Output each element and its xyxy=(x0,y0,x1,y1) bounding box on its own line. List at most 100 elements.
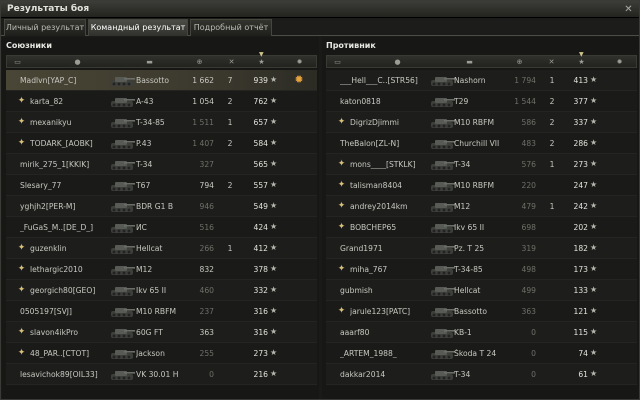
rank-badge-icon: ✦ xyxy=(337,264,346,274)
xp-star-icon[interactable]: ★ xyxy=(577,58,586,66)
tank-name: T29 xyxy=(454,97,469,106)
player-name: Slesary_77 xyxy=(20,181,62,190)
medal-header-icon[interactable]: ✹ xyxy=(615,58,624,66)
player-row[interactable]: _ARTEM_1988_ Škoda T 24 0 74 ★ xyxy=(326,343,637,364)
xp-value: 377 xyxy=(573,97,589,106)
player-row[interactable]: gubmish Hellcat 499 133 ★ xyxy=(326,280,637,301)
player-row[interactable]: ✦ BOBCHEP65 Ikv 65 II 698 202 ★ xyxy=(326,217,637,238)
xp-value: 61 xyxy=(578,370,588,379)
player-row[interactable]: ✦ slavon4ikPro 60G FT 363 316 ★ xyxy=(6,322,317,343)
tank-icon xyxy=(428,302,456,320)
xp-value: 121 xyxy=(573,307,589,316)
rank-badge-icon: ✦ xyxy=(337,222,346,232)
kills-icon[interactable]: ✕ xyxy=(227,58,236,66)
player-row[interactable]: Madlvn[YAP_C] Bassotto 1 662 7 939 ★ ✹ xyxy=(6,70,317,91)
squad-icon[interactable]: ▭ xyxy=(333,58,342,66)
player-row[interactable]: Grand1971 Pz. T 25 319 182 ★ xyxy=(326,238,637,259)
kills-value: 1 xyxy=(549,202,555,211)
tank-name: Jackson xyxy=(136,349,165,358)
player-name: _ARTEM_1988_ xyxy=(340,349,397,358)
tank-name: Hellcat xyxy=(136,244,163,253)
tab-team-result[interactable]: Командный результат xyxy=(88,19,188,36)
xp-value: 424 xyxy=(253,223,269,232)
tank-name: M12 xyxy=(454,202,471,211)
xp-value: 133 xyxy=(573,286,589,295)
damage-value: 946 xyxy=(199,202,215,211)
tank-name: M12 xyxy=(136,265,153,274)
star-icon: ★ xyxy=(590,348,598,357)
player-row[interactable]: ✦ mexanikyu T-34-85 1 511 1 657 ★ xyxy=(6,112,317,133)
player-row[interactable]: ✦ TODARK_[AOBK] P.43 1 407 2 584 ★ xyxy=(6,133,317,154)
player-row[interactable]: 0505197[SVJ] M10 RBFM 237 316 ★ xyxy=(6,301,317,322)
star-icon: ★ xyxy=(590,117,598,126)
damage-value: 1 054 xyxy=(192,97,214,106)
xp-value: 565 xyxy=(253,160,269,169)
kills-value: 1 xyxy=(549,76,555,85)
player-row[interactable]: ✦ talisman8404 M10 RBFM 220 247 ★ xyxy=(326,175,637,196)
rank-badge-icon: ✦ xyxy=(17,138,26,148)
damage-value: 0 xyxy=(531,328,536,337)
tank-icon xyxy=(108,176,136,194)
damage-icon[interactable]: ⊕ xyxy=(195,58,204,66)
player-icon[interactable]: ● xyxy=(73,58,82,66)
player-row[interactable]: ✦ karta_82 A-43 1 054 2 762 ★ xyxy=(6,91,317,112)
medal-icon[interactable]: ✹ xyxy=(292,73,306,87)
player-row[interactable]: aaarf80 KB-1 0 115 ★ xyxy=(326,322,637,343)
tab-detailed-report[interactable]: Подробный отчёт xyxy=(190,19,272,36)
tank-icon xyxy=(428,71,456,89)
player-name: slavon4ikPro xyxy=(30,328,79,337)
squad-icon[interactable]: ▭ xyxy=(13,58,22,66)
tank-name: Pz. T 25 xyxy=(454,244,485,253)
xp-star-icon[interactable]: ★ xyxy=(257,58,266,66)
player-row[interactable]: Slesary_77 T67 794 2 557 ★ xyxy=(6,175,317,196)
tank-name: T-34 xyxy=(454,160,471,169)
xp-value: 412 xyxy=(253,244,269,253)
player-row[interactable]: ✦ georgich80[GEO] Ikv 65 II 460 332 ★ xyxy=(6,280,317,301)
star-icon: ★ xyxy=(590,327,598,336)
player-row[interactable]: ✦ 48_PAR..[CTOT] Jackson 255 273 ★ xyxy=(6,343,317,364)
player-name: lethargic2010 xyxy=(30,265,83,274)
rank-badge-icon: ✦ xyxy=(337,159,346,169)
player-row[interactable]: ✦ lethargic2010 M12 832 378 ★ xyxy=(6,259,317,280)
player-icon[interactable]: ● xyxy=(393,58,402,66)
kills-value: 2 xyxy=(227,139,233,148)
damage-value: 479 xyxy=(521,202,537,211)
rank-badge-icon: ✦ xyxy=(17,327,26,337)
player-name: Madlvn[YAP_C] xyxy=(20,76,77,85)
player-row[interactable]: yghjh2[PER-M] BDR G1 B 946 549 ★ xyxy=(6,196,317,217)
tank-icon[interactable]: ▬ xyxy=(145,58,154,66)
player-row[interactable]: ✦ mons____[STKLK] T-34 576 1 273 ★ xyxy=(326,154,637,175)
tank-icon xyxy=(108,197,136,215)
player-row[interactable]: ✦ DigrizDjimmi M10 RBFM 586 2 337 ★ xyxy=(326,112,637,133)
star-icon: ★ xyxy=(270,117,278,126)
player-row[interactable]: TheBalon[ZL-N] Churchill VII 483 2 286 ★ xyxy=(326,133,637,154)
medal-header-icon[interactable]: ✹ xyxy=(295,58,304,66)
enemies-panel: Противник ▭ ● ▬ ⊕ ✕ ★ ▼ ✹ ___Hell___C..[… xyxy=(322,37,639,399)
xp-value: 173 xyxy=(573,265,589,274)
player-row[interactable]: mirik_275_1[KKIK] T-34 327 565 ★ xyxy=(6,154,317,175)
rank-badge-icon: ✦ xyxy=(337,201,346,211)
tank-name: Ikv 65 II xyxy=(136,286,167,295)
player-row[interactable]: katon0818 T29 1 544 2 377 ★ xyxy=(326,91,637,112)
player-row[interactable]: ✦ guzenklin Hellcat 266 1 412 ★ xyxy=(6,238,317,259)
player-name: DigrizDjimmi xyxy=(350,118,399,127)
damage-value: 499 xyxy=(521,286,537,295)
player-row[interactable]: lesavichok89[OIL33] VK 30.01 H 0 216 ★ xyxy=(6,364,317,385)
damage-value: 516 xyxy=(199,223,215,232)
tank-icon[interactable]: ▬ xyxy=(465,58,474,66)
damage-icon[interactable]: ⊕ xyxy=(515,58,524,66)
player-row[interactable]: ✦ miha_767 T-34-85 498 173 ★ xyxy=(326,259,637,280)
player-row[interactable]: dakkar2014 T-34 0 61 ★ xyxy=(326,364,637,385)
tank-icon xyxy=(428,155,456,173)
kills-icon[interactable]: ✕ xyxy=(547,58,556,66)
player-name: mons____[STKLK] xyxy=(350,160,416,169)
tank-icon xyxy=(428,281,456,299)
player-row[interactable]: ___Hell___C..[STR56] Nashorn 1 794 1 413 ★ xyxy=(326,70,637,91)
xp-value: 378 xyxy=(253,265,269,274)
damage-value: 1 511 xyxy=(192,118,214,127)
tab-personal-result[interactable]: Личный результат xyxy=(4,19,86,36)
player-row[interactable]: ✦ jarule123[PATC] Bassotto 363 121 ★ xyxy=(326,301,637,322)
player-row[interactable]: ✦ andrey2014km M12 479 1 242 ★ xyxy=(326,196,637,217)
player-row[interactable]: _FuGaS_M..[DE_D_] ИС 516 424 ★ xyxy=(6,217,317,238)
close-icon[interactable]: ✕ xyxy=(623,4,634,15)
